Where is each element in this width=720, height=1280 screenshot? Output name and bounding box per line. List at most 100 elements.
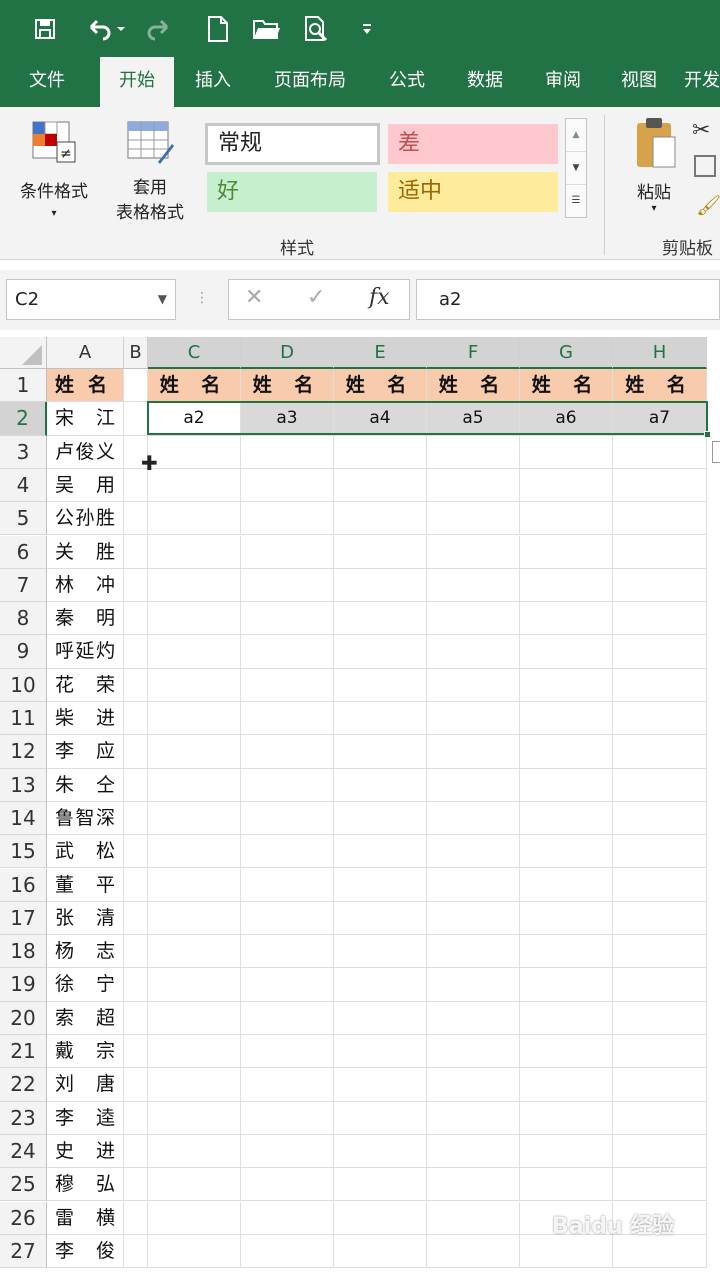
style-neutral[interactable]: 适中 — [388, 172, 558, 212]
cell[interactable] — [613, 1101, 707, 1135]
cell[interactable] — [241, 1101, 334, 1135]
cell[interactable] — [613, 1068, 707, 1102]
quick-analysis-icon[interactable] — [712, 441, 720, 463]
cell[interactable] — [427, 1001, 520, 1035]
name-cell[interactable]: 卢俊义 — [47, 435, 124, 469]
row-header[interactable]: 12 — [0, 735, 47, 769]
cell[interactable] — [427, 602, 520, 636]
name-cell[interactable]: 刘唐 — [47, 1068, 124, 1102]
paste-button[interactable]: 粘贴 ▾ — [624, 115, 684, 225]
name-cell[interactable]: 索超 — [47, 1001, 124, 1035]
style-good[interactable]: 好 — [207, 172, 377, 212]
tab-review[interactable]: 审阅 — [530, 57, 596, 107]
cell[interactable] — [124, 369, 148, 403]
name-cell[interactable]: 穆弘 — [47, 1168, 124, 1202]
cell[interactable] — [427, 468, 520, 503]
cell[interactable] — [613, 735, 707, 769]
cell[interactable] — [334, 835, 427, 869]
tab-file[interactable]: 文件 — [10, 57, 84, 107]
cell[interactable] — [124, 1101, 148, 1135]
cell[interactable] — [520, 1134, 613, 1169]
cell[interactable] — [427, 935, 520, 969]
data-cell[interactable]: a3 — [241, 402, 334, 436]
cell[interactable] — [427, 1201, 520, 1235]
cell[interactable] — [124, 1168, 148, 1202]
name-cell[interactable]: 秦明 — [47, 602, 124, 636]
style-bad[interactable]: 差 — [388, 124, 558, 164]
cell[interactable] — [613, 1134, 707, 1169]
cell[interactable] — [613, 901, 707, 936]
row-header[interactable]: 21 — [0, 1035, 47, 1069]
cut-icon[interactable]: ✂ — [692, 118, 710, 143]
column-header-b[interactable]: B — [124, 337, 148, 369]
cell[interactable] — [613, 801, 707, 836]
cell[interactable] — [124, 535, 148, 569]
name-cell[interactable]: 李俊 — [47, 1234, 124, 1269]
tab-home[interactable]: 开始 — [100, 57, 174, 107]
cell[interactable] — [148, 1234, 241, 1269]
cell[interactable] — [241, 1068, 334, 1102]
cell[interactable] — [241, 1201, 334, 1235]
customize-qat-icon[interactable] — [352, 14, 382, 44]
cell[interactable] — [241, 668, 334, 702]
name-cell[interactable]: 董平 — [47, 868, 124, 902]
undo-icon[interactable] — [80, 14, 130, 44]
cell[interactable] — [613, 668, 707, 702]
row-header[interactable]: 18 — [0, 935, 47, 969]
cell[interactable] — [241, 468, 334, 503]
style-normal[interactable]: 常规 — [205, 123, 380, 165]
row-header[interactable]: 22 — [0, 1068, 47, 1102]
cell[interactable] — [241, 735, 334, 769]
cell[interactable] — [520, 801, 613, 836]
cell[interactable] — [613, 868, 707, 902]
name-cell[interactable]: 杨志 — [47, 935, 124, 969]
tab-view[interactable]: 视图 — [606, 57, 672, 107]
name-cell[interactable]: 徐宁 — [47, 968, 124, 1002]
cell[interactable] — [334, 1168, 427, 1202]
cell[interactable] — [148, 868, 241, 902]
name-cell[interactable]: 雷横 — [47, 1201, 124, 1235]
cell[interactable] — [334, 1068, 427, 1102]
data-cell[interactable]: a6 — [520, 402, 613, 436]
cell[interactable] — [334, 968, 427, 1002]
drag-handle-icon[interactable]: ⋮ — [195, 290, 209, 306]
cell[interactable] — [613, 535, 707, 569]
cell[interactable] — [241, 702, 334, 736]
row-header[interactable]: 27 — [0, 1234, 47, 1269]
cell[interactable] — [427, 968, 520, 1002]
cell[interactable] — [124, 935, 148, 969]
format-painter-icon[interactable]: 🖌 — [696, 193, 720, 217]
new-file-icon[interactable] — [203, 14, 233, 44]
name-box-dropdown-icon[interactable]: ▼ — [158, 280, 167, 319]
cell[interactable] — [334, 1101, 427, 1135]
row-header[interactable]: 26 — [0, 1201, 47, 1235]
name-cell[interactable]: 戴宗 — [47, 1035, 124, 1069]
row-header[interactable]: 1 — [0, 369, 47, 403]
cell[interactable] — [148, 435, 241, 469]
cell[interactable] — [241, 801, 334, 836]
cell[interactable] — [124, 635, 148, 669]
cell[interactable] — [520, 568, 613, 603]
cell[interactable] — [334, 801, 427, 836]
row-header[interactable]: 24 — [0, 1134, 47, 1169]
row-header[interactable]: 7 — [0, 568, 47, 603]
save-icon[interactable] — [30, 14, 60, 44]
cell[interactable] — [148, 602, 241, 636]
cell[interactable] — [520, 435, 613, 469]
cell[interactable] — [124, 1134, 148, 1169]
cell[interactable] — [334, 1234, 427, 1269]
cell[interactable] — [520, 835, 613, 869]
column-header-h[interactable]: H — [613, 337, 707, 369]
row-header[interactable]: 3 — [0, 435, 47, 469]
header-cell[interactable]: 姓名 — [47, 369, 124, 403]
cell[interactable] — [124, 1234, 148, 1269]
print-preview-icon[interactable] — [302, 14, 332, 44]
cell[interactable] — [520, 1101, 613, 1135]
cell[interactable] — [427, 835, 520, 869]
column-header-c[interactable]: C — [148, 337, 241, 369]
cell[interactable] — [520, 1035, 613, 1069]
name-cell[interactable]: 宋江 — [47, 402, 124, 436]
cell[interactable] — [148, 668, 241, 702]
cell[interactable] — [148, 801, 241, 836]
cell[interactable] — [427, 901, 520, 936]
